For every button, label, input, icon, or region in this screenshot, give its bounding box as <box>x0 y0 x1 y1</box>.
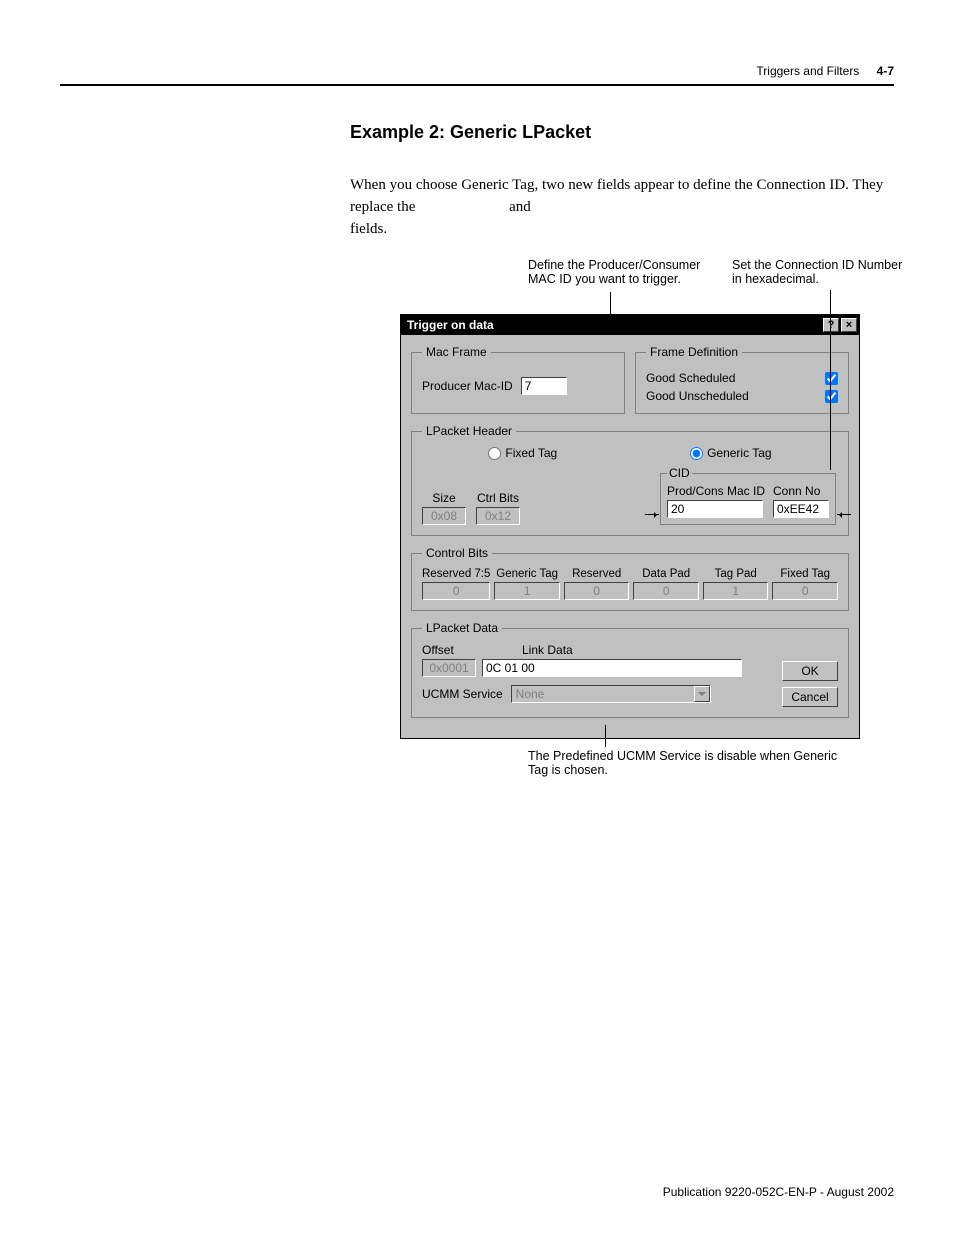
conn-no-label: Conn No <box>773 484 829 498</box>
control-bit-label: Fixed Tag <box>772 568 838 580</box>
control-bit-value <box>633 582 699 600</box>
ucmm-service-select: None <box>511 685 711 703</box>
leader-line <box>605 725 606 747</box>
callout-producer-mac: Define the Producer/Consumer MAC ID you … <box>528 258 718 286</box>
fixed-tag-radio[interactable]: Fixed Tag <box>488 446 557 460</box>
control-bits-legend: Control Bits <box>422 546 492 560</box>
dialog-titlebar: Trigger on data ? × <box>401 315 859 335</box>
lpacket-header-legend: LPacket Header <box>422 424 516 438</box>
dialog-title: Trigger on data <box>407 318 494 332</box>
mac-frame-group: Mac Frame Producer Mac-ID <box>411 345 625 414</box>
size-label: Size <box>422 491 466 505</box>
control-bit-cell: Data Pad <box>633 568 699 600</box>
lpacket-data-legend: LPacket Data <box>422 621 502 635</box>
ok-button[interactable]: OK <box>782 661 838 681</box>
control-bit-cell: Tag Pad <box>703 568 769 600</box>
cancel-button[interactable]: Cancel <box>782 687 838 707</box>
trigger-on-data-dialog: Trigger on data ? × Mac Frame Producer M… <box>400 314 860 739</box>
frame-definition-legend: Frame Definition <box>646 345 742 359</box>
generic-tag-radio[interactable]: Generic Tag <box>690 446 771 460</box>
prod-cons-mac-id-label: Prod/Cons Mac ID <box>667 484 765 498</box>
frame-definition-group: Frame Definition Good Scheduled Good Uns… <box>635 345 849 414</box>
good-scheduled-checkbox[interactable] <box>825 372 838 385</box>
control-bit-value <box>703 582 769 600</box>
mac-frame-legend: Mac Frame <box>422 345 491 359</box>
control-bit-label: Reserved 7:5 <box>422 568 490 580</box>
producer-mac-id-label: Producer Mac-ID <box>422 379 513 393</box>
ctrl-bits-label: Ctrl Bits <box>476 491 520 505</box>
producer-mac-id-input[interactable] <box>521 377 567 395</box>
prod-cons-mac-id-input[interactable] <box>667 500 763 518</box>
running-header: Triggers and Filters 4-7 <box>60 64 894 84</box>
cid-legend: CID <box>667 466 692 480</box>
control-bit-label: Data Pad <box>633 568 699 580</box>
control-bit-label: Generic Tag <box>494 568 560 580</box>
help-button[interactable]: ? <box>823 318 839 332</box>
chevron-down-icon <box>694 686 710 702</box>
control-bit-value <box>564 582 630 600</box>
lpacket-header-group: LPacket Header Fixed Tag Generic Tag <box>411 424 849 536</box>
ctrl-bits-value <box>476 507 520 525</box>
control-bit-value <box>772 582 838 600</box>
control-bit-cell: Fixed Tag <box>772 568 838 600</box>
control-bit-cell: Reserved 7:5 <box>422 568 490 600</box>
section-name: Triggers and Filters <box>756 64 859 78</box>
cid-group: CID Prod/Cons Mac ID Conn No <box>660 466 836 525</box>
control-bit-cell: Reserved <box>564 568 630 600</box>
conn-no-input[interactable] <box>773 500 829 518</box>
control-bits-group: Control Bits Reserved 7:5 Generic Tag Rese… <box>411 546 849 611</box>
lpacket-data-group: LPacket Data Offset Link Data UCMM Servi… <box>411 621 849 718</box>
top-callouts: Define the Producer/Consumer MAC ID you … <box>350 258 910 314</box>
link-data-label: Link Data <box>522 643 573 657</box>
leader-line <box>610 292 611 314</box>
header-rule <box>60 84 894 86</box>
callout-conn-id: Set the Connection ID Number in hexadeci… <box>732 258 912 286</box>
callout-ucmm-disabled: The Predefined UCMM Service is disable w… <box>528 745 848 777</box>
size-value <box>422 507 466 525</box>
good-unscheduled-checkbox[interactable] <box>825 390 838 403</box>
good-unscheduled-label: Good Unscheduled <box>646 389 749 403</box>
ucmm-service-value: None <box>516 687 545 701</box>
offset-label: Offset <box>422 643 482 657</box>
control-bit-label: Reserved <box>564 568 630 580</box>
control-bit-cell: Generic Tag <box>494 568 560 600</box>
link-data-input[interactable] <box>482 659 742 677</box>
arrow-icon <box>837 514 851 515</box>
ucmm-service-label: UCMM Service <box>422 687 503 701</box>
good-scheduled-label: Good Scheduled <box>646 371 735 385</box>
control-bit-label: Tag Pad <box>703 568 769 580</box>
offset-value <box>422 659 476 677</box>
example-heading: Example 2: Generic LPacket <box>350 122 910 143</box>
page-number: 4-7 <box>877 64 894 78</box>
publication-footer: Publication 9220-052C-EN-P - August 2002 <box>663 1185 894 1199</box>
control-bit-value <box>422 582 490 600</box>
close-button[interactable]: × <box>841 318 857 332</box>
leader-line <box>830 290 831 470</box>
bottom-callout: The Predefined UCMM Service is disable w… <box>350 745 910 777</box>
intro-paragraph: When you choose Generic Tag, two new fie… <box>350 175 910 240</box>
control-bit-value <box>494 582 560 600</box>
arrow-icon <box>645 514 659 515</box>
